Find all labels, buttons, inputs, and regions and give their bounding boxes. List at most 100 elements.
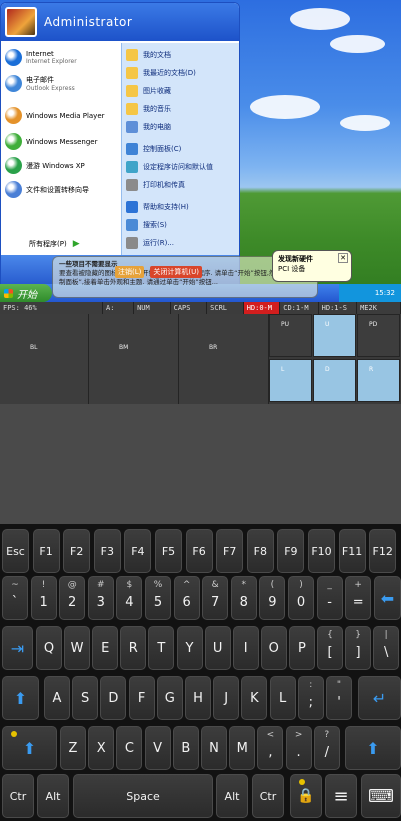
- key-backtick[interactable]: ~ `: [2, 576, 28, 620]
- start-menu-place-item[interactable]: 打印机和传真: [126, 179, 185, 191]
- lock-key[interactable]: 🔒: [290, 774, 322, 818]
- key-w[interactable]: W: [64, 626, 91, 670]
- key-backslash[interactable]: | \: [373, 626, 400, 670]
- key-c[interactable]: C: [116, 726, 143, 770]
- start-button[interactable]: 开始: [0, 284, 52, 302]
- key-s[interactable]: S: [72, 676, 99, 720]
- tab-key[interactable]: ⇥: [2, 626, 33, 670]
- key-d[interactable]: D: [100, 676, 127, 720]
- key-1[interactable]: ! 1: [30, 576, 57, 620]
- dpad-pu[interactable]: PU: [269, 314, 312, 357]
- touch-area[interactable]: [0, 404, 401, 524]
- key-t[interactable]: T: [148, 626, 175, 670]
- key-semicolon[interactable]: :;: [297, 676, 324, 720]
- key-q[interactable]: Q: [36, 626, 62, 670]
- key-f[interactable]: F: [128, 676, 155, 720]
- space-key[interactable]: Space: [73, 774, 213, 818]
- caps-lock-key[interactable]: ⬆: [2, 676, 39, 720]
- dpad-r[interactable]: R: [357, 359, 400, 402]
- key-r[interactable]: R: [120, 626, 147, 670]
- key-5[interactable]: % 5: [145, 576, 171, 620]
- close-icon[interactable]: ✕: [338, 253, 348, 263]
- mouse-button-bm[interactable]: BM: [89, 314, 179, 404]
- start-menu-place-item[interactable]: 我的文档: [126, 49, 171, 61]
- remote-desktop[interactable]: Administrator Internet Internet Explorer 电…: [0, 0, 401, 302]
- key-b[interactable]: B: [172, 726, 199, 770]
- right-ctrl-key[interactable]: Ctr: [252, 774, 284, 818]
- key-esc[interactable]: Esc: [2, 529, 29, 573]
- dpad-u[interactable]: U: [313, 314, 356, 357]
- key-f8[interactable]: F8: [246, 529, 274, 573]
- key-f4[interactable]: F4: [124, 529, 152, 573]
- key-3[interactable]: #3: [87, 576, 114, 620]
- backspace-key[interactable]: ⬅: [374, 576, 401, 620]
- start-menu-program-item[interactable]: Windows Messenger: [5, 133, 97, 150]
- key-quote[interactable]: " ': [326, 676, 352, 720]
- start-menu-place-item[interactable]: 帮助和支持(H): [126, 201, 189, 213]
- key-equals[interactable]: + =: [345, 576, 372, 620]
- key-slash[interactable]: ? /: [313, 726, 340, 770]
- left-ctrl-key[interactable]: Ctr: [2, 774, 34, 818]
- shutdown-button[interactable]: 关闭计算机(U): [150, 266, 202, 278]
- left-shift-key[interactable]: ⬆: [2, 726, 57, 770]
- key-u[interactable]: U: [204, 626, 231, 670]
- all-programs-button[interactable]: 所有程序(P) ▶: [29, 239, 80, 249]
- key-f1[interactable]: F1: [32, 529, 60, 573]
- logoff-button[interactable]: 注销(L): [115, 266, 145, 278]
- key-f9[interactable]: F9: [277, 529, 305, 573]
- start-menu-place-item[interactable]: 我的音乐: [126, 103, 171, 115]
- user-avatar[interactable]: [5, 7, 37, 37]
- key-left-bracket[interactable]: {[: [317, 626, 343, 670]
- key-j[interactable]: J: [213, 676, 240, 720]
- key-l[interactable]: L: [269, 676, 296, 720]
- key-e[interactable]: E: [92, 626, 119, 670]
- key-f5[interactable]: F5: [155, 529, 182, 573]
- key-a[interactable]: A: [44, 676, 70, 720]
- key-f7[interactable]: F7: [216, 529, 244, 573]
- key-p[interactable]: P: [288, 626, 315, 670]
- mouse-button-br[interactable]: BR: [179, 314, 269, 404]
- menu-key[interactable]: ≡: [325, 774, 357, 818]
- key-right-bracket[interactable]: }]: [345, 626, 372, 670]
- start-menu-place-item[interactable]: 我最近的文档(D): [126, 67, 196, 79]
- key-y[interactable]: Y: [176, 626, 203, 670]
- start-menu-place-item[interactable]: 控制面板(C): [126, 143, 181, 155]
- key-f6[interactable]: F6: [185, 529, 213, 573]
- start-menu-place-item[interactable]: 运行(R)...: [126, 237, 174, 249]
- key-h[interactable]: H: [185, 676, 211, 720]
- keyboard-toggle-key[interactable]: ⌨: [361, 774, 401, 818]
- key-f12[interactable]: F12: [369, 529, 397, 573]
- start-menu-place-item[interactable]: 搜索(S): [126, 219, 167, 231]
- start-menu-place-item[interactable]: 图片收藏: [126, 85, 171, 97]
- key-v[interactable]: V: [144, 726, 171, 770]
- key-minus[interactable]: _ -: [316, 576, 343, 620]
- dpad-d[interactable]: D: [313, 359, 356, 402]
- key-x[interactable]: X: [88, 726, 115, 770]
- key-o[interactable]: O: [260, 626, 287, 670]
- mouse-button-bl[interactable]: BL: [0, 314, 89, 404]
- start-menu-program-item[interactable]: Internet Internet Explorer: [5, 49, 77, 66]
- key-f2[interactable]: F2: [63, 529, 91, 573]
- key-f3[interactable]: F3: [93, 529, 121, 573]
- key-0[interactable]: ) 0: [288, 576, 314, 620]
- left-alt-key[interactable]: Alt: [37, 774, 69, 818]
- key-n[interactable]: N: [201, 726, 227, 770]
- start-menu-place-item[interactable]: 设定程序访问和默认值: [126, 161, 213, 173]
- enter-key[interactable]: ↵: [358, 676, 401, 720]
- system-tray[interactable]: 15:32: [339, 284, 401, 302]
- key-2[interactable]: @2: [59, 576, 86, 620]
- key-period[interactable]: >.: [285, 726, 312, 770]
- start-menu-program-item[interactable]: 电子邮件 Outlook Express: [5, 75, 75, 92]
- key-6[interactable]: ^ 6: [173, 576, 200, 620]
- key-g[interactable]: G: [156, 676, 183, 720]
- new-hardware-balloon[interactable]: 发现新硬件 ✕ PCI 设备: [272, 250, 352, 282]
- start-menu-program-item[interactable]: 漫游 Windows XP: [5, 157, 85, 174]
- right-alt-key[interactable]: Alt: [216, 774, 248, 818]
- key-k[interactable]: K: [241, 676, 268, 720]
- key-m[interactable]: M: [229, 726, 256, 770]
- start-menu-program-item[interactable]: Windows Media Player: [5, 107, 105, 124]
- start-menu-program-item[interactable]: 文件和设置转移向导: [5, 181, 89, 198]
- key-f11[interactable]: F11: [338, 529, 366, 573]
- dpad-pd[interactable]: PD: [357, 314, 400, 357]
- key-9[interactable]: (9: [259, 576, 286, 620]
